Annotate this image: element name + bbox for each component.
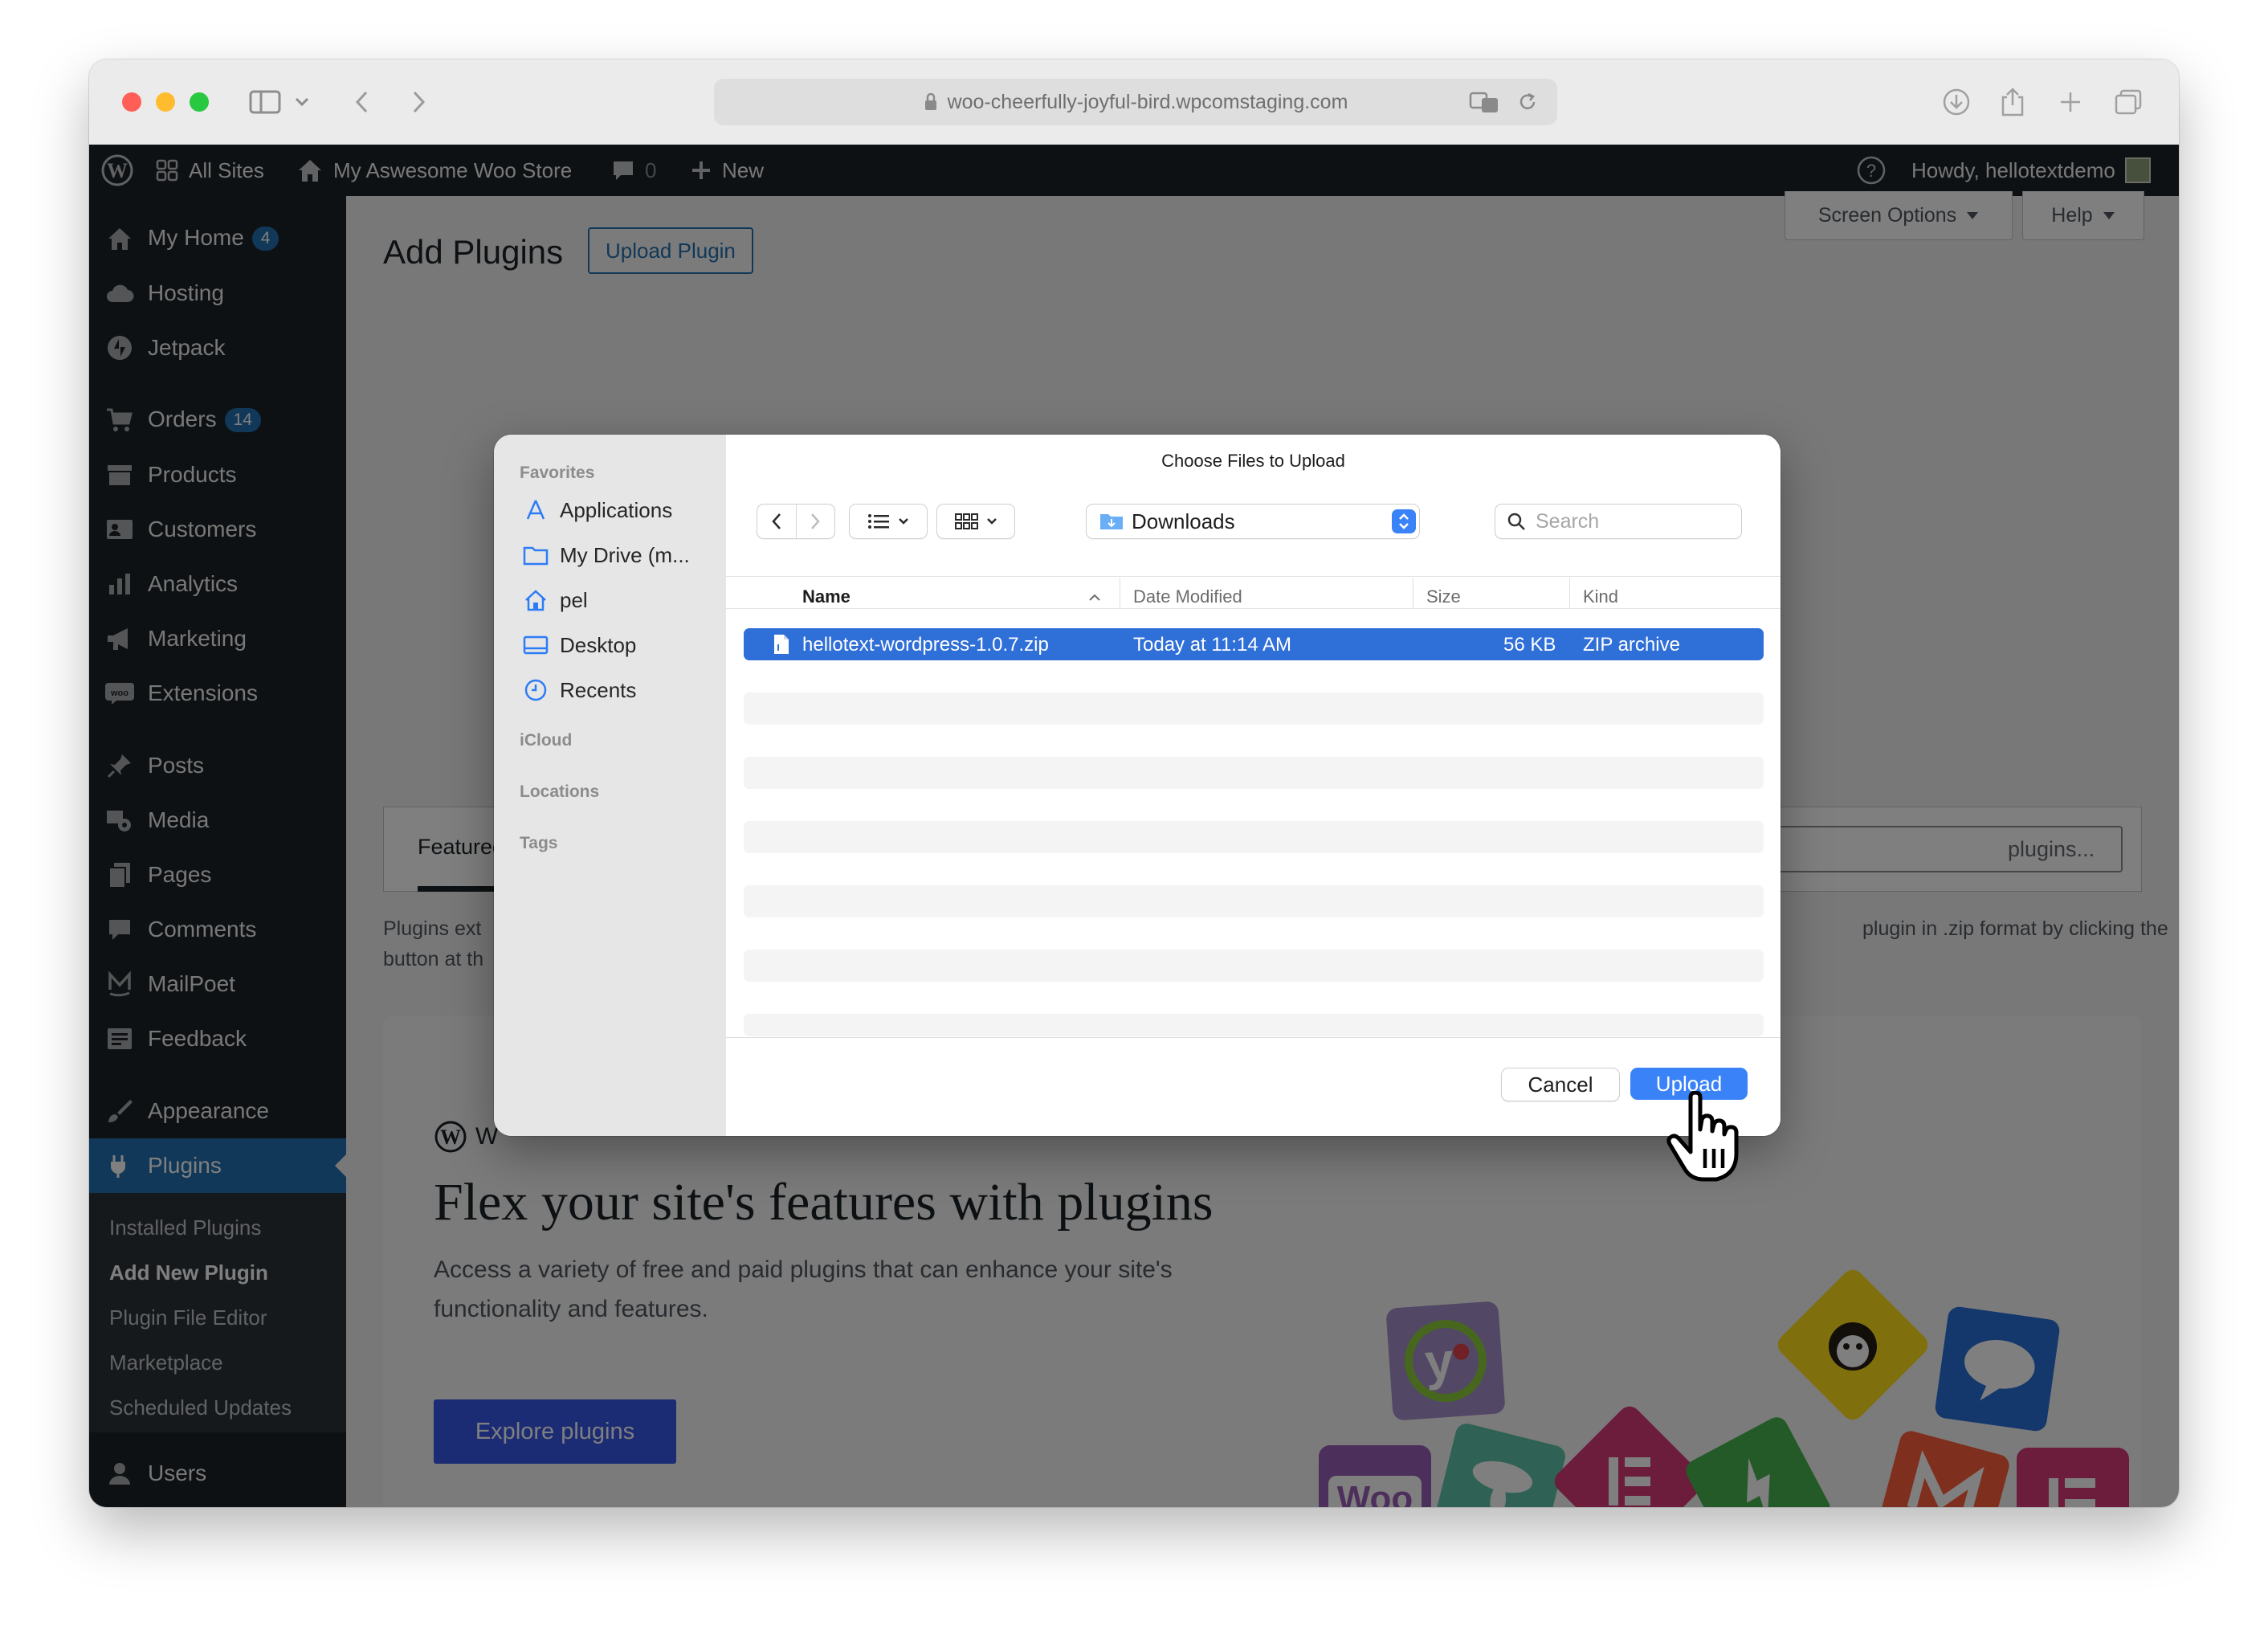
forward-icon[interactable] <box>797 505 835 538</box>
desktop-icon <box>521 631 550 660</box>
dialog-footer: Cancel Upload <box>726 1037 1781 1136</box>
search-placeholder: Search <box>1536 509 1600 533</box>
reload-icon[interactable] <box>1517 92 1538 112</box>
sidebar-recents-label: Recents <box>560 677 637 702</box>
search-icon <box>1507 513 1525 530</box>
icloud-heading[interactable]: iCloud <box>520 731 572 750</box>
list-icon <box>868 514 889 529</box>
sidebar-toggle-icon[interactable] <box>245 84 285 121</box>
chevron-down-icon <box>987 518 997 525</box>
sidebar-desktop[interactable]: Desktop <box>521 629 636 661</box>
chevron-down-icon[interactable] <box>290 84 314 121</box>
tags-heading[interactable]: Tags <box>520 834 557 853</box>
back-icon[interactable] <box>346 84 378 121</box>
sidebar-desktop-label: Desktop <box>560 632 637 657</box>
share-icon[interactable] <box>1994 84 2031 121</box>
empty-row-stripe <box>744 885 1764 917</box>
downloads-folder-icon <box>1100 514 1123 529</box>
header-bottom-divider <box>726 608 1781 609</box>
address-bar[interactable]: woo-cheerfully-joyful-bird.wpcomstaging.… <box>714 79 1557 125</box>
column-kind[interactable]: Kind <box>1583 586 1618 607</box>
hand-cursor-icon <box>1666 1091 1739 1182</box>
up-down-chevron-icon <box>1392 509 1416 533</box>
empty-row-stripe <box>744 757 1764 789</box>
close-window-button[interactable] <box>122 92 141 112</box>
grid-icon <box>955 513 978 529</box>
document-icon <box>774 635 789 654</box>
sidebar-my-drive-label: My Drive (m... <box>560 542 690 567</box>
lock-icon <box>924 92 936 110</box>
location-label: Downloads <box>1132 509 1235 533</box>
sidebar-my-drive[interactable]: My Drive (m... <box>521 539 690 571</box>
dialog-main: Choose Files to Upload Downloads Search … <box>726 435 1781 1136</box>
home-icon <box>521 586 550 615</box>
minimize-window-button[interactable] <box>156 92 175 112</box>
grid-view-button[interactable] <box>936 504 1015 539</box>
forward-icon[interactable] <box>402 84 434 121</box>
browser-window: woo-cheerfully-joyful-bird.wpcomstaging.… <box>89 59 2179 1507</box>
file-kind: ZIP archive <box>1583 634 1680 656</box>
empty-row-stripe <box>744 1014 1764 1036</box>
url-text: woo-cheerfully-joyful-bird.wpcomstaging.… <box>947 90 1348 113</box>
sort-ascending-icon <box>1089 594 1100 601</box>
sidebar-home[interactable]: pel <box>521 584 588 616</box>
column-separator <box>1569 578 1570 608</box>
file-row[interactable]: hellotext-wordpress-1.0.7.zip Today at 1… <box>744 628 1764 660</box>
location-popup[interactable]: Downloads <box>1086 504 1420 539</box>
list-view-button[interactable] <box>849 504 928 539</box>
favorites-heading: Favorites <box>520 464 595 482</box>
search-field[interactable]: Search <box>1495 504 1742 539</box>
chevron-down-icon <box>899 518 908 525</box>
clock-icon <box>521 676 550 705</box>
sidebar-applications[interactable]: Applications <box>521 494 672 526</box>
sidebar-home-label: pel <box>560 587 588 612</box>
applications-icon <box>521 496 550 525</box>
empty-row-stripe <box>744 950 1764 982</box>
downloads-icon[interactable] <box>1938 84 1975 121</box>
folder-icon <box>521 541 550 570</box>
column-date-modified[interactable]: Date Modified <box>1133 586 1242 607</box>
column-name[interactable]: Name <box>802 586 850 607</box>
file-date: Today at 11:14 AM <box>1133 634 1292 656</box>
sidebar-applications-label: Applications <box>560 497 673 522</box>
empty-row-stripe <box>744 692 1764 725</box>
navigation-buttons <box>757 504 835 539</box>
dialog-sidebar: Favorites Applications My Drive (m... pe… <box>494 435 727 1136</box>
header-divider <box>726 576 1781 577</box>
dialog-title: Choose Files to Upload <box>1161 451 1345 471</box>
locations-heading[interactable]: Locations <box>520 782 599 802</box>
zoom-window-button[interactable] <box>190 92 209 112</box>
back-icon[interactable] <box>757 505 797 538</box>
browser-toolbar: woo-cheerfully-joyful-bird.wpcomstaging.… <box>89 59 2179 145</box>
file-name: hellotext-wordpress-1.0.7.zip <box>802 634 1049 656</box>
column-size[interactable]: Size <box>1426 586 1461 607</box>
sidebar-recents[interactable]: Recents <box>521 674 636 706</box>
cancel-button[interactable]: Cancel <box>1501 1068 1620 1101</box>
file-size: 56 KB <box>1503 634 1556 656</box>
empty-row-stripe <box>744 821 1764 853</box>
tab-overview-icon[interactable] <box>2110 84 2147 121</box>
translate-icon[interactable] <box>1469 90 1501 114</box>
file-chooser-dialog: Favorites Applications My Drive (m... pe… <box>494 435 1781 1136</box>
new-tab-icon[interactable] <box>2052 84 2089 121</box>
